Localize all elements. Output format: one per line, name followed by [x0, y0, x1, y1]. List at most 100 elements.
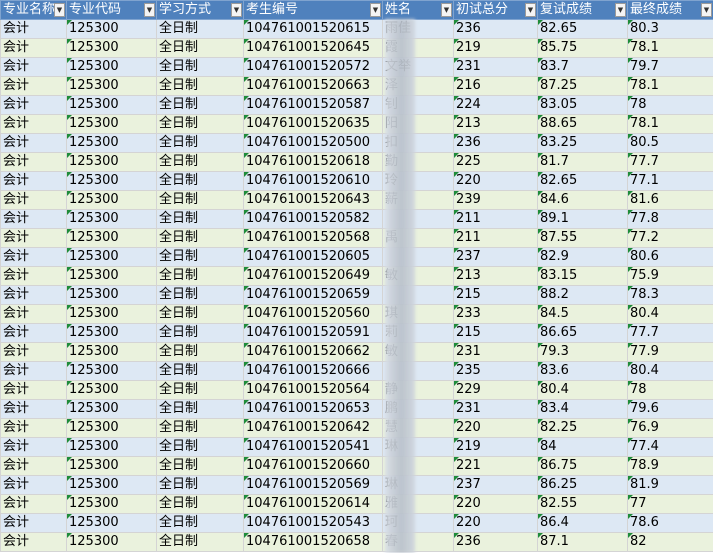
table-cell[interactable]: 全日制	[156, 418, 244, 438]
table-row[interactable]: 会计125300全日制104761001520642慧22082.2576.9	[0, 418, 714, 438]
table-cell[interactable]: 79.3	[537, 342, 628, 362]
table-cell[interactable]: 125300	[66, 247, 157, 267]
table-cell[interactable]: 231	[453, 399, 538, 419]
filter-dropdown-icon[interactable]: ▼	[615, 3, 626, 17]
table-cell[interactable]: 104761001520658	[243, 532, 383, 552]
table-cell[interactable]: 236	[453, 532, 538, 552]
table-cell[interactable]: 77.1	[627, 171, 714, 191]
table-cell[interactable]: 237	[453, 247, 538, 267]
table-cell[interactable]: 84.5	[537, 304, 628, 324]
table-cell[interactable]: 213	[453, 114, 538, 134]
table-cell[interactable]: 86.4	[537, 513, 628, 533]
table-row[interactable]: 会计125300全日制104761001520541琳2198477.4	[0, 437, 714, 457]
table-cell[interactable]: 125300	[66, 38, 157, 58]
table-row[interactable]: 会计125300全日制104761001520591莉21586.6577.7	[0, 323, 714, 343]
table-cell[interactable]: 全日制	[156, 532, 244, 552]
table-cell[interactable]: 239	[453, 190, 538, 210]
table-cell[interactable]: 104761001520582	[243, 209, 383, 229]
table-cell[interactable]: 80.6	[627, 247, 714, 267]
table-cell[interactable]: 会计	[0, 76, 67, 96]
table-cell[interactable]: 全日制	[156, 513, 244, 533]
table-cell[interactable]: 125300	[66, 152, 157, 172]
table-cell[interactable]: 会计	[0, 266, 67, 286]
table-cell[interactable]: 86.25	[537, 475, 628, 495]
table-cell[interactable]: 全日制	[156, 475, 244, 495]
table-cell[interactable]: 全日制	[156, 209, 244, 229]
table-row[interactable]: 会计125300全日制104761001520635阳21388.6578.1	[0, 114, 714, 134]
table-cell[interactable]: 224	[453, 95, 538, 115]
table-cell[interactable]: 全日制	[156, 171, 244, 191]
filter-dropdown-icon[interactable]: ▼	[231, 3, 242, 17]
table-cell[interactable]: 88.2	[537, 285, 628, 305]
table-cell[interactable]: 125300	[66, 190, 157, 210]
table-cell[interactable]: 87.25	[537, 76, 628, 96]
filter-dropdown-icon[interactable]: ▼	[701, 3, 712, 17]
table-cell[interactable]: 221	[453, 456, 538, 476]
table-row[interactable]: 会计125300全日制104761001520543珂22086.478.6	[0, 513, 714, 533]
table-cell[interactable]: 219	[453, 38, 538, 58]
table-cell[interactable]: 104761001520569	[243, 475, 383, 495]
table-cell[interactable]: 78.3	[627, 285, 714, 305]
table-cell[interactable]: 104761001520614	[243, 494, 383, 514]
table-cell[interactable]: 104761001520649	[243, 266, 383, 286]
table-cell[interactable]: 125300	[66, 76, 157, 96]
table-cell[interactable]: 233	[453, 304, 538, 324]
table-cell[interactable]: 会计	[0, 57, 67, 77]
table-cell[interactable]: 104761001520564	[243, 380, 383, 400]
table-cell[interactable]: 全日制	[156, 456, 244, 476]
filter-dropdown-icon[interactable]: ▼	[525, 3, 536, 17]
table-cell[interactable]: 全日制	[156, 437, 244, 457]
table-row[interactable]: 会计 125300 全日制 104761001520582 211 89.1 77.8	[0, 209, 714, 229]
table-cell[interactable]: 104761001520587	[243, 95, 383, 115]
table-row[interactable]: 会计125300全日制104761001520564静22980.478	[0, 380, 714, 400]
table-cell[interactable]: 83.25	[537, 133, 628, 153]
table-cell[interactable]: 237	[453, 475, 538, 495]
table-row[interactable]: 会计125300全日制104761001520500扣23683.2580.5	[0, 133, 714, 153]
table-cell[interactable]: 会计	[0, 361, 67, 381]
table-cell[interactable]: 104761001520666	[243, 361, 383, 381]
table-cell[interactable]: 77.7	[627, 152, 714, 172]
table-cell[interactable]: 104761001520500	[243, 133, 383, 153]
table-cell[interactable]: 125300	[66, 418, 157, 438]
table-cell[interactable]: 125300	[66, 133, 157, 153]
table-cell[interactable]: 全日制	[156, 247, 244, 267]
table-row[interactable]: 会计125300全日制104761001520569琳23786.2581.9	[0, 475, 714, 495]
table-cell[interactable]: 104761001520662	[243, 342, 383, 362]
table-cell[interactable]: 78	[627, 380, 714, 400]
table-cell[interactable]: 211	[453, 209, 538, 229]
table-cell[interactable]: 会计	[0, 399, 67, 419]
table-row[interactable]: 会计125300全日制104761001520610玲22082.6577.1	[0, 171, 714, 191]
table-cell[interactable]: 79.7	[627, 57, 714, 77]
table-cell[interactable]: 125300	[66, 532, 157, 552]
table-row[interactable]: 会计125300全日制104761001520587钊22483.0578	[0, 95, 714, 115]
table-cell[interactable]: 会计	[0, 19, 67, 39]
table-cell[interactable]: 82.25	[537, 418, 628, 438]
table-cell[interactable]: 125300	[66, 323, 157, 343]
table-cell[interactable]: 全日制	[156, 133, 244, 153]
table-cell[interactable]: 会计	[0, 494, 67, 514]
table-cell[interactable]: 125300	[66, 228, 157, 248]
table-cell[interactable]: 220	[453, 418, 538, 438]
table-cell[interactable]: 82.9	[537, 247, 628, 267]
table-cell[interactable]: 83.15	[537, 266, 628, 286]
filter-dropdown-icon[interactable]: ▼	[54, 3, 65, 17]
table-cell[interactable]: 104761001520653	[243, 399, 383, 419]
table-cell[interactable]: 83.7	[537, 57, 628, 77]
table-cell[interactable]: 全日制	[156, 190, 244, 210]
table-cell[interactable]: 82	[627, 532, 714, 552]
table-cell[interactable]: 全日制	[156, 38, 244, 58]
filter-dropdown-icon[interactable]: ▼	[370, 3, 381, 17]
table-cell[interactable]: 104761001520663	[243, 76, 383, 96]
table-cell[interactable]: 会计	[0, 228, 67, 248]
table-cell[interactable]: 全日制	[156, 304, 244, 324]
table-cell[interactable]: 104761001520605	[243, 247, 383, 267]
table-cell[interactable]: 225	[453, 152, 538, 172]
table-cell[interactable]: 会计	[0, 380, 67, 400]
table-cell[interactable]: 104761001520543	[243, 513, 383, 533]
table-cell[interactable]: 全日制	[156, 323, 244, 343]
table-row[interactable]: 会计125300全日制104761001520643薪23984.681.6	[0, 190, 714, 210]
table-cell[interactable]: 125300	[66, 285, 157, 305]
table-cell[interactable]: 104761001520615	[243, 19, 383, 39]
table-cell[interactable]: 全日制	[156, 266, 244, 286]
table-cell[interactable]: 85.75	[537, 38, 628, 58]
